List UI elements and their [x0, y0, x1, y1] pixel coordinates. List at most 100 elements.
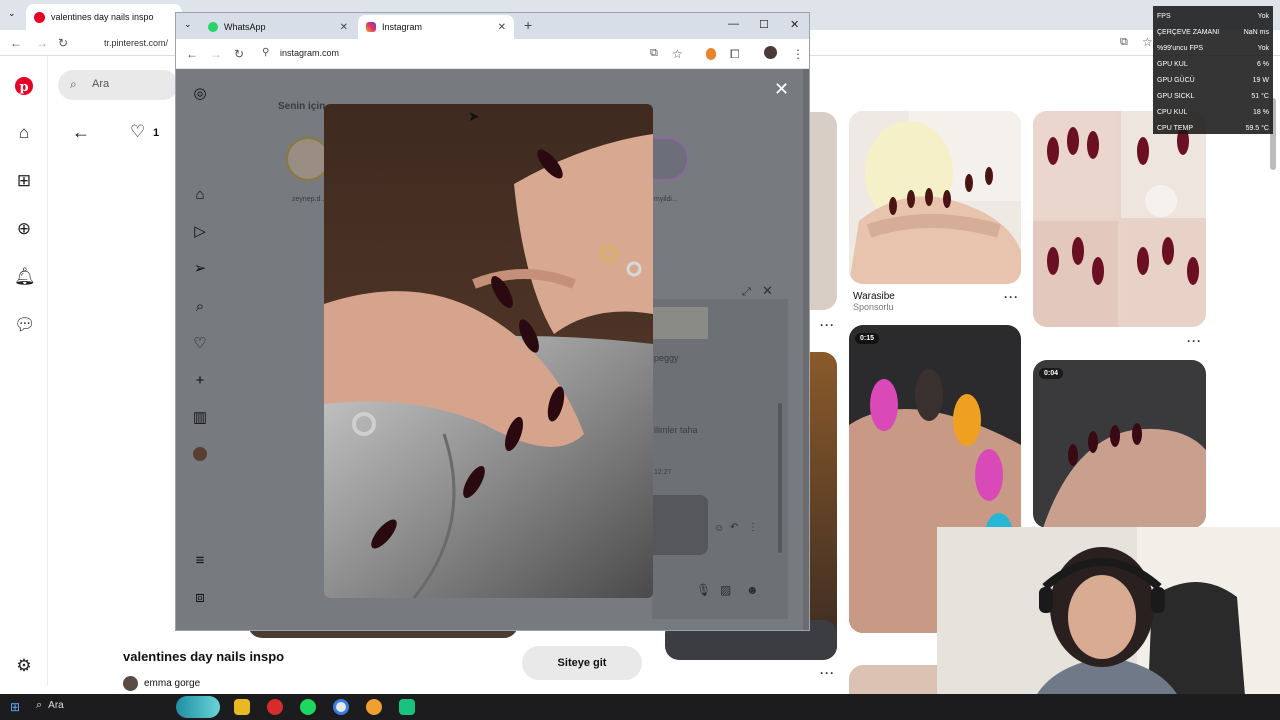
- metric-label: GPU SICKL: [1157, 93, 1195, 100]
- more-options-icon[interactable]: ⋮: [748, 522, 758, 533]
- more-options-icon[interactable]: ···: [820, 318, 835, 332]
- dashboard-icon[interactable]: ▥: [191, 409, 209, 427]
- more-options-icon[interactable]: ···: [1187, 334, 1202, 348]
- forward-arrow-icon[interactable]: →: [36, 36, 48, 50]
- sticker-icon[interactable]: ☻: [746, 583, 759, 597]
- dm-chat-panel: peggy ilimler taha 12:27 ☺ ↶ ⋮ 🎙︎ ▨ ☻: [652, 299, 788, 619]
- instagram-logo-icon[interactable]: ◎: [191, 85, 209, 103]
- nails-photo-image: [324, 104, 653, 598]
- taskbar-search[interactable]: ⌕ Ara: [36, 699, 64, 712]
- svg-text:p: p: [19, 80, 28, 95]
- chrome-icon[interactable]: [333, 699, 349, 715]
- background-url[interactable]: tr.pinterest.com/: [104, 38, 168, 48]
- tab-list-chevron-icon[interactable]: ⌄: [184, 19, 192, 30]
- window-close-icon[interactable]: ✕: [790, 18, 799, 31]
- install-app-icon[interactable]: ⧉: [650, 47, 658, 60]
- close-icon[interactable]: ✕: [498, 22, 506, 33]
- bookmark-star-icon[interactable]: ☆: [672, 47, 683, 61]
- reload-icon[interactable]: ↻: [234, 47, 244, 61]
- more-options-icon[interactable]: ···: [1004, 290, 1019, 304]
- notifications-bell-icon[interactable]: 🔔︎: [14, 267, 36, 287]
- back-arrow-icon[interactable]: ←: [10, 36, 22, 50]
- dm-scrollbar[interactable]: [778, 403, 782, 553]
- home-icon[interactable]: ⌂: [14, 123, 34, 143]
- pinterest-search-bar[interactable]: ⌕ Ara: [58, 70, 178, 100]
- metric-label: ÇERÇEVE ZAMANI: [1157, 29, 1220, 36]
- forward-arrow-icon[interactable]: →: [210, 47, 222, 61]
- pin-tile-nails-collage[interactable]: [1033, 111, 1206, 327]
- image-upload-icon[interactable]: ▨: [720, 583, 731, 597]
- minimize-icon[interactable]: —: [728, 18, 739, 30]
- reload-icon[interactable]: ↻: [58, 36, 68, 50]
- profile-avatar[interactable]: [193, 447, 207, 461]
- notifications-heart-icon[interactable]: ♡: [191, 335, 209, 353]
- dm-message-image[interactable]: [652, 495, 708, 555]
- pin-tile-video[interactable]: 0:04: [1033, 360, 1206, 528]
- story-name: myildi...: [654, 196, 678, 203]
- metric-value: Yok: [1257, 13, 1269, 20]
- reels-icon[interactable]: ▷: [191, 223, 209, 241]
- pin-author[interactable]: emma gorge: [123, 676, 200, 691]
- microphone-icon[interactable]: 🎙︎: [696, 583, 711, 597]
- pin-tile-partial[interactable]: [810, 352, 837, 660]
- settings-gear-icon[interactable]: ⚙: [14, 656, 34, 676]
- more-menu-icon[interactable]: ≡: [191, 552, 209, 570]
- windows-start-icon[interactable]: ⊞: [10, 700, 20, 714]
- new-tab-plus-icon[interactable]: +: [524, 17, 532, 33]
- meta-apps-icon[interactable]: ⧈: [191, 589, 209, 607]
- more-options-icon[interactable]: ···: [820, 666, 835, 680]
- maximize-icon[interactable]: ☐: [759, 18, 769, 31]
- promoted-title[interactable]: Warasibe: [853, 291, 895, 302]
- profile-avatar[interactable]: [764, 46, 777, 59]
- browser-menu-icon[interactable]: ⋮: [792, 47, 804, 61]
- create-plus-icon[interactable]: +: [191, 372, 209, 390]
- tab-title: valentines day nails inspo: [51, 12, 154, 22]
- extensions-puzzle-icon[interactable]: ⧠: [730, 47, 740, 62]
- instagram-icon: [366, 22, 376, 32]
- search-icon[interactable]: ⌕: [191, 298, 209, 316]
- pin-tile-partial[interactable]: [810, 112, 837, 310]
- extension-icon[interactable]: [706, 48, 716, 60]
- chrome-profile-icon[interactable]: [366, 699, 382, 715]
- dm-close-icon[interactable]: ✕: [762, 283, 773, 299]
- pin-tile-promoted[interactable]: [849, 111, 1021, 284]
- tab-whatsapp[interactable]: WhatsApp ✕: [200, 15, 356, 39]
- file-explorer-icon[interactable]: [234, 699, 250, 715]
- messages-icon[interactable]: 💬︎: [14, 315, 36, 335]
- expanded-post-photo[interactable]: [324, 104, 653, 598]
- reply-icon[interactable]: ↶: [730, 522, 738, 533]
- page-scrollbar[interactable]: [803, 69, 809, 630]
- tab-instagram[interactable]: Instagram ✕: [358, 15, 514, 39]
- pinterest-logo-icon[interactable]: p: [14, 76, 34, 96]
- like-count: 1: [153, 127, 160, 139]
- site-settings-icon[interactable]: ⚲: [262, 47, 269, 58]
- opera-browser-icon[interactable]: [267, 699, 283, 715]
- install-app-icon[interactable]: ⧉: [1120, 36, 1128, 49]
- tab-list-chevron-icon[interactable]: ⌄: [8, 8, 16, 19]
- modal-close-icon[interactable]: ✕: [774, 79, 789, 100]
- instagram-browser-window: ⌄ WhatsApp ✕ Instagram ✕ + — ☐ ✕ ← → ↻ ⚲…: [175, 12, 810, 631]
- back-arrow-icon[interactable]: ←: [186, 47, 198, 61]
- bookmark-star-icon[interactable]: ☆: [1142, 35, 1153, 49]
- story-avatar[interactable]: [649, 137, 689, 181]
- like-heart-icon[interactable]: ♡: [130, 122, 145, 142]
- visit-site-button[interactable]: Siteye git: [522, 646, 642, 680]
- search-icon: ⌕: [36, 699, 43, 711]
- emoji-react-icon[interactable]: ☺: [714, 523, 724, 534]
- messages-send-icon[interactable]: ➢: [191, 260, 209, 278]
- instagram-sidebar: ◎ ⌂ ▷ ➢ ⌕ ♡ + ▥ ≡ ⧈: [176, 69, 224, 630]
- explore-icon[interactable]: ⊞: [14, 171, 34, 191]
- widgets-icon[interactable]: [176, 696, 220, 718]
- pin-back-arrow-icon[interactable]: ←: [72, 122, 90, 143]
- metric-value: 6 %: [1256, 61, 1269, 68]
- home-icon[interactable]: ⌂: [191, 186, 209, 204]
- expand-icon[interactable]: ⤢: [742, 286, 751, 299]
- create-icon[interactable]: ⊕: [14, 219, 34, 239]
- address-url[interactable]: instagram.com: [280, 48, 339, 58]
- close-icon[interactable]: ✕: [340, 22, 348, 33]
- app-icon[interactable]: [399, 699, 415, 715]
- tab-pinterest[interactable]: valentines day nails inspo: [26, 4, 182, 30]
- spotify-icon[interactable]: [300, 699, 316, 715]
- shared-image-thumbnail[interactable]: [652, 307, 708, 339]
- section-title: Senin için: [278, 101, 326, 112]
